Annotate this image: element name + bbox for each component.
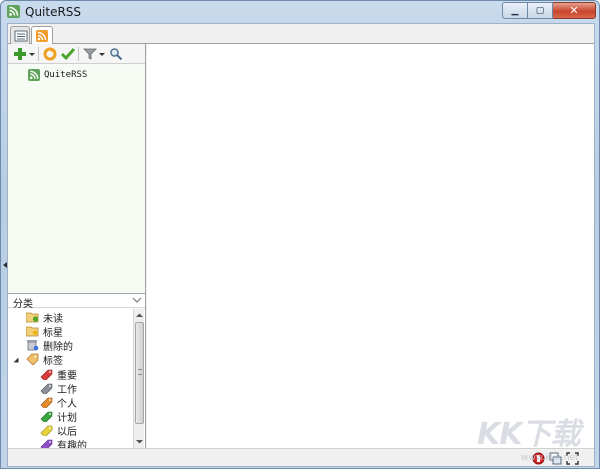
update-feeds-button[interactable] — [42, 46, 58, 62]
label-label: 工作 — [57, 384, 77, 396]
unread-folder-icon — [25, 311, 39, 323]
label-label: 计划 — [57, 412, 77, 424]
label-work[interactable]: 工作 — [40, 381, 77, 396]
deleted-icon — [26, 339, 39, 351]
close-icon: ✕ — [569, 4, 579, 17]
mark-read-button[interactable] — [60, 46, 76, 62]
tab-feeds[interactable] — [31, 26, 53, 46]
label-plan[interactable]: 计划 — [40, 409, 77, 424]
scroll-thumb[interactable] — [135, 322, 144, 424]
label-important[interactable]: 重要 — [40, 367, 77, 382]
search-button[interactable] — [108, 46, 124, 62]
chevron-down-icon[interactable] — [132, 295, 142, 305]
categories-header[interactable]: 分类 — [8, 293, 145, 310]
browser-content-area[interactable] — [147, 44, 594, 448]
label-label: 以后 — [57, 426, 77, 438]
category-label: 删除的 — [43, 341, 73, 353]
app-window: QuiteRSS ▁ ▢ ✕ QuiteRSS 分类 未读 标星 删除的 标签 … — [0, 0, 600, 469]
scroll-up-icon[interactable] — [135, 311, 144, 320]
toolbar-separator — [38, 47, 39, 61]
watermark-url: www.kkx.net — [521, 453, 579, 463]
collapse-panel-handle[interactable] — [3, 262, 7, 268]
title-bar[interactable]: QuiteRSS ▁ ▢ ✕ — [1, 1, 599, 23]
feed-label: QuiteRSS — [44, 70, 88, 80]
label-interesting[interactable]: 有趣的 — [40, 437, 87, 448]
filter-icon — [83, 48, 97, 60]
maximize-button[interactable]: ▢ — [528, 2, 553, 19]
tag-green-icon — [40, 396, 53, 410]
tab-news-list[interactable] — [10, 26, 30, 45]
category-label: 未读 — [43, 313, 63, 325]
starred-folder-icon — [25, 325, 39, 337]
scroll-down-icon[interactable] — [135, 437, 144, 446]
filter-button[interactable] — [82, 46, 98, 62]
watermark-logo: KK下载 — [477, 417, 580, 452]
label-label: 有趣的 — [57, 440, 87, 449]
label-label: 重要 — [57, 370, 77, 382]
category-deleted[interactable]: 删除的 — [26, 338, 73, 353]
minimize-icon: ▁ — [511, 5, 519, 16]
label-personal[interactable]: 个人 — [40, 395, 77, 410]
label-label: 个人 — [57, 398, 77, 410]
feed-icon — [28, 69, 40, 81]
feed-item-quiterss[interactable]: QuiteRSS — [28, 69, 87, 81]
rss-feed-icon — [36, 30, 48, 42]
labels-icon — [26, 353, 39, 366]
tag-red-icon — [40, 368, 53, 382]
close-button[interactable]: ✕ — [553, 2, 596, 19]
categories-scrollbar[interactable] — [133, 309, 144, 448]
tag-orange-icon — [40, 382, 53, 396]
mark-read-icon — [61, 48, 75, 61]
window-controls: ▁ ▢ ✕ — [502, 2, 596, 19]
feeds-toolbar — [8, 44, 145, 64]
tab-bar — [8, 24, 594, 46]
news-list-icon — [14, 30, 28, 42]
tag-yellow-icon — [40, 424, 53, 438]
categories-label: 分类 — [13, 299, 33, 310]
scroll-grip-icon — [138, 369, 142, 375]
add-icon — [14, 48, 26, 60]
maximize-icon: ▢ — [535, 5, 545, 16]
add-dropdown-arrow-icon[interactable] — [29, 52, 35, 58]
toolbar-separator — [78, 47, 79, 61]
add-feed-button[interactable] — [12, 46, 28, 62]
feeds-panel: QuiteRSS 分类 未读 标星 删除的 标签 重要 工作 个人 计划 以后 … — [3, 44, 146, 448]
category-labels[interactable]: 标签 — [26, 352, 63, 367]
category-label: 标星 — [43, 327, 63, 339]
categories-tree: 未读 标星 删除的 标签 重要 工作 个人 计划 以后 有趣的 — [8, 309, 145, 448]
update-icon — [43, 47, 57, 61]
minimize-button[interactable]: ▁ — [502, 2, 528, 19]
window-title: QuiteRSS — [25, 5, 82, 19]
category-label: 标签 — [43, 355, 63, 367]
client-area: QuiteRSS 分类 未读 标星 删除的 标签 重要 工作 个人 计划 以后 … — [3, 23, 595, 467]
feeds-tree: QuiteRSS — [8, 65, 145, 293]
category-unread[interactable]: 未读 — [25, 310, 63, 325]
label-later[interactable]: 以后 — [40, 423, 77, 438]
category-starred[interactable]: 标星 — [25, 324, 63, 339]
labels-expander-icon[interactable] — [13, 357, 19, 363]
tag-purple-icon — [40, 438, 53, 448]
filter-dropdown-arrow-icon[interactable] — [99, 52, 105, 58]
app-logo-icon — [7, 5, 20, 18]
tag-blue-icon — [40, 410, 53, 424]
search-icon — [110, 48, 123, 61]
